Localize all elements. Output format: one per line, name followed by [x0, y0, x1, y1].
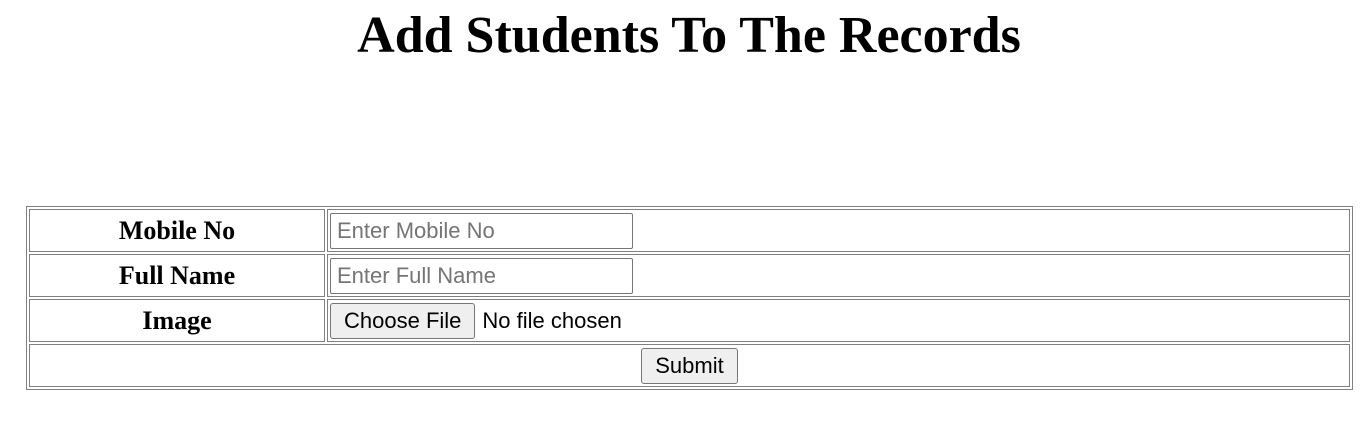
mobile-row: Mobile No	[29, 209, 1350, 252]
image-input-cell: Choose File No file chosen	[327, 299, 1350, 342]
full-name-label: Full Name	[29, 254, 325, 297]
file-status-text: No file chosen	[482, 307, 622, 333]
mobile-input[interactable]	[330, 212, 633, 249]
full-name-input-cell	[327, 254, 1350, 297]
choose-file-button[interactable]: Choose File	[330, 302, 476, 339]
page-title: Add Students To The Records	[357, 7, 1021, 64]
image-label: Image	[29, 299, 325, 342]
mobile-label: Mobile No	[29, 209, 325, 252]
full-name-row: Full Name	[29, 254, 1350, 297]
image-row: Image Choose File No file chosen	[29, 299, 1350, 342]
form-table: Mobile No Full Name Image Choose File No…	[26, 206, 1353, 390]
mobile-input-cell	[327, 209, 1350, 252]
submit-button[interactable]: Submit	[641, 347, 738, 384]
submit-row: Submit	[29, 344, 1350, 387]
submit-cell: Submit	[29, 344, 1350, 387]
full-name-input[interactable]	[330, 257, 633, 294]
file-picker: Choose File No file chosen	[330, 302, 1347, 339]
